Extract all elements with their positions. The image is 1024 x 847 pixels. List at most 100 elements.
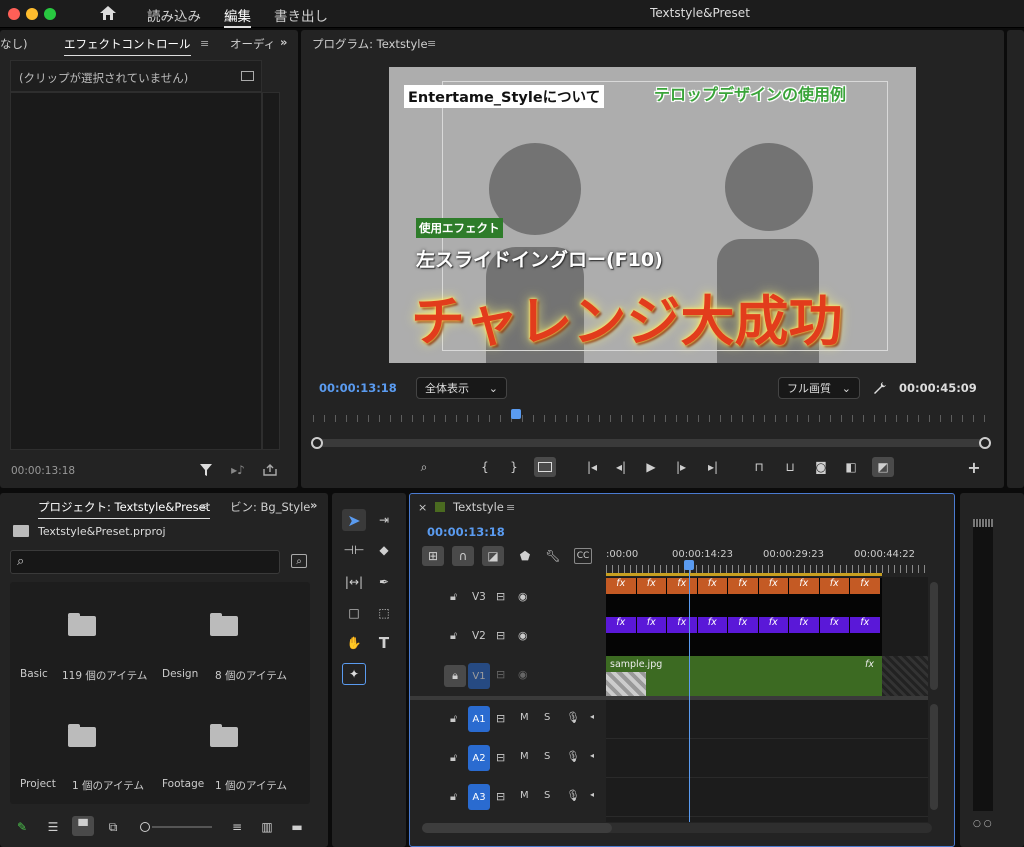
solo-buttons[interactable]: ○ ○ <box>973 819 992 829</box>
tab-project[interactable]: プロジェクト: Textstyle&Preset <box>38 499 211 519</box>
mute-button[interactable]: M <box>520 751 529 762</box>
home-icon[interactable] <box>98 4 118 22</box>
zoom-window-button[interactable] <box>44 8 56 20</box>
select-frame-tool-icon[interactable]: ⬚ <box>374 604 394 622</box>
panel-toggle-icon[interactable] <box>241 71 254 81</box>
timeline-horizontal-scroll[interactable] <box>422 823 932 833</box>
v1-clip[interactable]: sample.jpg fx <box>606 656 882 696</box>
safe-margins-icon[interactable] <box>534 457 556 477</box>
compare-icon[interactable]: ◧ <box>840 457 862 477</box>
tab-effect-controls[interactable]: エフェクトコントロール <box>64 36 191 56</box>
track-select-tool-icon[interactable]: ⇥ <box>374 511 394 529</box>
export-icon[interactable] <box>262 462 278 478</box>
program-zoom-scroll[interactable] <box>311 437 991 449</box>
eye-icon[interactable]: ◉ <box>518 629 528 642</box>
eye-icon[interactable]: ◉ <box>518 590 528 603</box>
zoom-slider-track[interactable] <box>152 826 212 828</box>
fx-clip[interactable]: fx <box>636 578 666 594</box>
timeline-timecode[interactable]: 00:00:13:18 <box>427 525 505 539</box>
fx-clip[interactable]: fx <box>789 617 819 633</box>
multicam-icon[interactable]: ◩ <box>872 457 894 477</box>
microphone-icon[interactable]: 🎙︎ <box>566 711 580 724</box>
play-icon[interactable]: ▶ <box>640 457 662 477</box>
hand-tool-icon[interactable]: ✋ <box>344 634 364 652</box>
lock-icon[interactable]: 🔓︎ <box>450 790 457 804</box>
fx-clip[interactable]: fx <box>728 617 758 633</box>
video-frame[interactable]: Entertame_Styleについて テロップデザインの使用例 使用エフェクト… <box>389 67 916 363</box>
freeform-view-icon[interactable]: ⧉ <box>104 819 122 835</box>
menu-export[interactable]: 書き出し <box>274 5 328 25</box>
menu-import[interactable]: 読み込み <box>147 5 201 25</box>
fx-clip[interactable]: fx <box>758 617 788 633</box>
fx-clip[interactable]: fx <box>636 617 666 633</box>
add-marker-icon[interactable]: ⬟ <box>516 548 534 564</box>
fx-clip[interactable]: fx <box>697 578 727 594</box>
minimize-window-button[interactable] <box>26 8 38 20</box>
close-sequence-icon[interactable]: × <box>418 501 427 514</box>
slip-tool-icon[interactable]: |↔| <box>344 573 364 591</box>
find-icon[interactable]: ⌕ <box>291 554 307 568</box>
scroll-thumb[interactable] <box>422 823 612 833</box>
mark-out-icon[interactable]: } <box>503 457 525 477</box>
sync-lock-icon[interactable]: ⊟ <box>496 590 505 603</box>
camera-icon[interactable]: ◙ <box>810 457 832 477</box>
fx-clip[interactable]: fx <box>697 617 727 633</box>
fx-clip[interactable]: fx <box>667 617 697 633</box>
solo-button[interactable]: S <box>544 790 550 801</box>
search-field[interactable]: ⌕ <box>10 550 280 574</box>
pen-tool-icon[interactable]: ✒ <box>374 573 394 591</box>
add-button-icon[interactable]: + <box>963 457 985 477</box>
sync-lock-icon[interactable]: ⊟ <box>496 712 505 725</box>
tab-bin[interactable]: ビン: Bg_Style <box>230 499 310 515</box>
menu-edit[interactable]: 編集 <box>224 5 251 28</box>
selection-tool-icon[interactable]: ➤ <box>342 509 366 531</box>
pencil-icon[interactable]: ✎ <box>14 819 30 835</box>
list-view-icon[interactable]: ☰ <box>44 819 62 835</box>
rectangle-tool-icon[interactable]: □ <box>344 604 364 622</box>
lock-icon[interactable]: 🔓︎ <box>450 590 457 604</box>
zoom-slider-handle[interactable] <box>140 822 150 832</box>
go-to-out-icon[interactable]: ▸| <box>702 457 724 477</box>
fx-clip[interactable]: fx <box>606 578 636 594</box>
fx-clip[interactable]: fx <box>667 578 697 594</box>
solo-button[interactable]: S <box>544 712 550 723</box>
sequence-menu-icon[interactable]: ≡ <box>506 501 515 514</box>
fx-clip[interactable]: fx <box>819 617 849 633</box>
lock-icon[interactable]: 🔓︎ <box>450 712 457 726</box>
nest-icon[interactable]: ⊞ <box>422 546 444 566</box>
bin-folder-footage[interactable] <box>210 724 238 747</box>
sync-lock-icon[interactable]: ⊟ <box>496 668 505 681</box>
ripple-edit-tool-icon[interactable]: ⊣⊢ <box>344 541 365 559</box>
track-label[interactable]: V1 <box>468 663 490 689</box>
zoom-select[interactable]: 全体表示 ⌄ <box>416 377 507 399</box>
scroll-handle-right[interactable] <box>979 437 991 449</box>
program-title[interactable]: プログラム: Textstyle <box>312 36 428 52</box>
more-tabs-icon[interactable]: » <box>280 35 287 49</box>
more-tabs-icon[interactable]: » <box>310 498 317 512</box>
step-back-icon[interactable]: ◂| <box>610 457 632 477</box>
fx-clip[interactable]: fx <box>606 617 636 633</box>
play-audio-icon[interactable]: ▸♪ <box>230 462 246 478</box>
program-current-time[interactable]: 00:00:13:18 <box>319 381 397 395</box>
video-track-scrollbar[interactable] <box>930 582 938 690</box>
insert-icon[interactable]: ⊓ <box>748 457 770 477</box>
audio-track-scrollbar[interactable] <box>930 704 938 810</box>
fx-clip[interactable]: fx <box>789 578 819 594</box>
add-marker-icon[interactable]: ⌕ <box>413 457 435 477</box>
bin-folder-basic[interactable] <box>68 613 96 636</box>
bin-folder-design[interactable] <box>210 613 238 636</box>
sort-icon[interactable]: ≡ <box>228 819 246 835</box>
program-time-ruler[interactable] <box>313 415 989 422</box>
lock-icon[interactable]: 🔒︎ <box>444 665 466 687</box>
type-tool-icon[interactable]: T <box>374 634 394 652</box>
track-volume-icon[interactable]: ◂ <box>590 790 594 799</box>
overwrite-icon[interactable]: ⊔ <box>779 457 801 477</box>
sequence-tab[interactable]: Textstyle <box>453 500 504 514</box>
program-playhead[interactable] <box>511 409 521 419</box>
auto-reframe-tool-icon[interactable]: ✦ <box>342 663 366 685</box>
sync-lock-icon[interactable]: ⊟ <box>496 629 505 642</box>
filter-icon[interactable] <box>198 462 214 478</box>
solo-button[interactable]: S <box>544 751 550 762</box>
program-menu-icon[interactable]: ≡ <box>427 37 436 50</box>
wrench-icon[interactable] <box>872 380 888 396</box>
